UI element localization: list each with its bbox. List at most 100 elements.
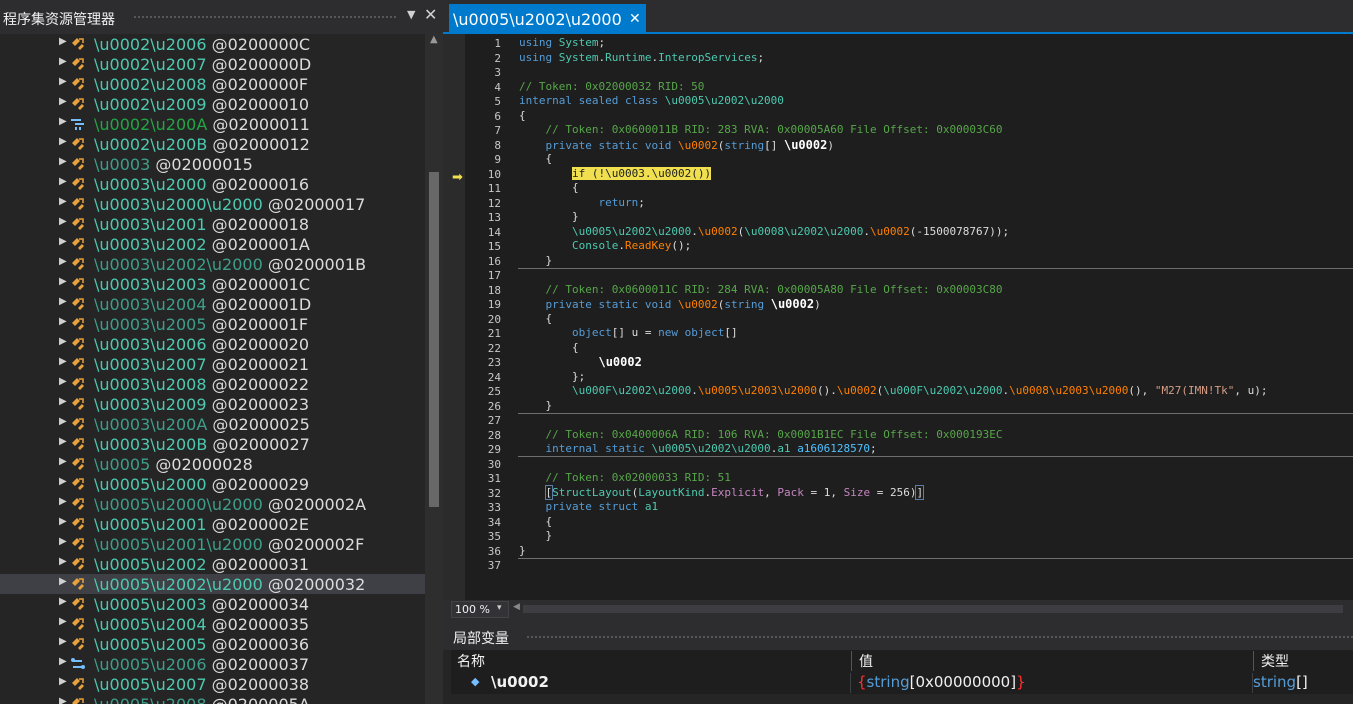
- code-line[interactable]: 7 // Token: 0x0600011B RID: 283 RVA: 0x0…: [443, 123, 1353, 137]
- expand-arrow-icon[interactable]: ▶: [59, 76, 67, 87]
- code-line[interactable]: 29 internal static \u0005\u2002\u2000.a1…: [443, 442, 1353, 456]
- expand-arrow-icon[interactable]: ▶: [59, 516, 67, 527]
- expand-arrow-icon[interactable]: ▶: [59, 676, 67, 687]
- expand-arrow-icon[interactable]: ▶: [59, 696, 67, 704]
- expand-arrow-icon[interactable]: ▶: [59, 636, 67, 647]
- code-line[interactable]: 35 }: [443, 529, 1353, 543]
- scroll-left-icon[interactable]: ◀: [513, 602, 520, 612]
- code-line[interactable]: 23 \u0002: [443, 355, 1353, 369]
- code-line[interactable]: 21 object[] u = new object[]: [443, 326, 1353, 340]
- code-line[interactable]: 37: [443, 558, 1353, 572]
- expand-arrow-icon[interactable]: ▶: [59, 476, 67, 487]
- expand-arrow-icon[interactable]: ▶: [59, 176, 67, 187]
- tab-active-document[interactable]: \u0005\u2002\u2000 ✕: [449, 4, 646, 34]
- expand-arrow-icon[interactable]: ▶: [59, 416, 67, 427]
- tree-item[interactable]: ▶ \u0003\u2007 @02000021: [0, 354, 425, 374]
- code-line[interactable]: 26 }: [443, 399, 1353, 413]
- expand-arrow-icon[interactable]: ▶: [59, 296, 67, 307]
- expand-arrow-icon[interactable]: ▶: [59, 36, 67, 47]
- code-line[interactable]: 16 }: [443, 254, 1353, 268]
- expand-arrow-icon[interactable]: ▶: [59, 116, 67, 127]
- expand-arrow-icon[interactable]: ▶: [59, 456, 67, 467]
- expand-arrow-icon[interactable]: ▶: [59, 496, 67, 507]
- tree-item[interactable]: ▶ \u0003\u2001 @02000018: [0, 214, 425, 234]
- code-line[interactable]: 1 using System;: [443, 36, 1353, 50]
- tree-item[interactable]: ▶ \u0005\u2000\u2000 @0200002A: [0, 494, 425, 514]
- code-line[interactable]: 13 }: [443, 210, 1353, 224]
- tree-item[interactable]: ▶ \u0005\u2006 @02000037: [0, 654, 425, 674]
- code-line[interactable]: 3: [443, 65, 1353, 79]
- code-line[interactable]: 22 {: [443, 341, 1353, 355]
- expand-arrow-icon[interactable]: ▶: [59, 96, 67, 107]
- expand-arrow-icon[interactable]: ▶: [59, 196, 67, 207]
- code-line[interactable]: 9 {: [443, 152, 1353, 166]
- expand-arrow-icon[interactable]: ▶: [59, 656, 67, 667]
- code-line[interactable]: 11 {: [443, 181, 1353, 195]
- tree-item[interactable]: ▶ \u0003\u2006 @02000020: [0, 334, 425, 354]
- code-line[interactable]: 2 using System.Runtime.InteropServices;: [443, 51, 1353, 65]
- horizontal-scrollbar[interactable]: [523, 605, 1343, 613]
- scrollbar-thumb[interactable]: [429, 172, 439, 507]
- zoom-select[interactable]: 100 % ▾: [451, 601, 509, 618]
- tree-item[interactable]: ▶ \u0002\u2007 @0200000D: [0, 54, 425, 74]
- tree-item[interactable]: ▶ \u0005\u2005 @02000036: [0, 634, 425, 654]
- code-line[interactable]: 31 // Token: 0x02000033 RID: 51: [443, 471, 1353, 485]
- code-line[interactable]: 28 // Token: 0x0400006A RID: 106 RVA: 0x…: [443, 428, 1353, 442]
- column-value-header[interactable]: 值: [859, 651, 1254, 671]
- tree-item[interactable]: ▶ \u0005\u2001 @0200002E: [0, 514, 425, 534]
- tree-item[interactable]: ▶ \u0003\u2000 @02000016: [0, 174, 425, 194]
- tree-item[interactable]: ▶ \u0003\u200A @02000025: [0, 414, 425, 434]
- code-line[interactable]: 10 if (!\u0003.\u0002()): [443, 166, 1353, 181]
- code-line[interactable]: 14 \u0005\u2002\u2000.\u0002(\u0008\u200…: [443, 225, 1353, 239]
- tree-item[interactable]: ▶ \u0003\u2004 @0200001D: [0, 294, 425, 314]
- local-value-cell[interactable]: {string[0x00000000]}: [851, 673, 1253, 693]
- tree-item[interactable]: ▶ \u0003 @02000015: [0, 154, 425, 174]
- expand-arrow-icon[interactable]: ▶: [59, 576, 67, 587]
- expand-arrow-icon[interactable]: ▶: [59, 156, 67, 167]
- code-line[interactable]: 8 private static void \u0002(string[] \u…: [443, 138, 1353, 152]
- tree-item[interactable]: ▶ \u0005\u2008 @0200005A: [0, 694, 425, 704]
- expand-arrow-icon[interactable]: ▶: [59, 376, 67, 387]
- tab-close-icon[interactable]: ✕: [629, 11, 641, 27]
- expand-arrow-icon[interactable]: ▶: [59, 216, 67, 227]
- expand-arrow-icon[interactable]: ▶: [59, 556, 67, 567]
- tree-item[interactable]: ▶ \u0005\u2007 @02000038: [0, 674, 425, 694]
- vertical-scrollbar[interactable]: ▲: [425, 34, 443, 704]
- expand-arrow-icon[interactable]: ▶: [59, 536, 67, 547]
- drag-grip[interactable]: [133, 15, 398, 20]
- code-line[interactable]: 33 private struct a1: [443, 500, 1353, 514]
- code-editor[interactable]: ➡ 1 using System; 2 using System.Runtime.In…: [443, 34, 1353, 600]
- code-line[interactable]: 4 // Token: 0x02000032 RID: 50: [443, 80, 1353, 94]
- tree-item[interactable]: ▶ \u0003\u2002\u2000 @0200001B: [0, 254, 425, 274]
- tree-item[interactable]: ▶ \u0005\u2000 @02000029: [0, 474, 425, 494]
- tree-item[interactable]: ▶ \u0005\u2001\u2000 @0200002F: [0, 534, 425, 554]
- code-line[interactable]: 34 {: [443, 515, 1353, 529]
- expand-arrow-icon[interactable]: ▶: [59, 356, 67, 367]
- expand-arrow-icon[interactable]: ▶: [59, 316, 67, 327]
- expand-arrow-icon[interactable]: ▶: [59, 276, 67, 287]
- expand-arrow-icon[interactable]: ▶: [59, 596, 67, 607]
- tree-item[interactable]: ▶ \u0003\u200B @02000027: [0, 434, 425, 454]
- scroll-up-icon[interactable]: ▲: [430, 34, 438, 45]
- expand-arrow-icon[interactable]: ▶: [59, 616, 67, 627]
- tree-item[interactable]: ▶ \u0002\u2009 @02000010: [0, 94, 425, 114]
- locals-row[interactable]: ◆ \u0002 {string[0x00000000]} string[]: [451, 672, 1353, 694]
- tree-item[interactable]: ▶ \u0002\u2006 @0200000C: [0, 34, 425, 54]
- tree-item[interactable]: ▶ \u0005\u2002\u2000 @02000032: [0, 574, 425, 594]
- code-line[interactable]: 32 [StructLayout(LayoutKind.Explicit, Pa…: [443, 484, 1353, 500]
- expand-arrow-icon[interactable]: ▶: [59, 256, 67, 267]
- drag-grip[interactable]: [526, 635, 1353, 640]
- close-icon[interactable]: ✕: [424, 5, 437, 24]
- dropdown-icon[interactable]: ▼: [407, 8, 415, 21]
- tree-item[interactable]: ▶ \u0002\u200B @02000012: [0, 134, 425, 154]
- expand-arrow-icon[interactable]: ▶: [59, 396, 67, 407]
- code-line[interactable]: 25 \u000F\u2002\u2000.\u0005\u2003\u2000…: [443, 384, 1353, 398]
- tree-item[interactable]: ▶ \u0003\u2005 @0200001F: [0, 314, 425, 334]
- tree-item[interactable]: ▶ \u0003\u2002 @0200001A: [0, 234, 425, 254]
- expand-arrow-icon[interactable]: ▶: [59, 56, 67, 67]
- expand-arrow-icon[interactable]: ▶: [59, 336, 67, 347]
- tree-item[interactable]: ▶ \u0002\u2008 @0200000F: [0, 74, 425, 94]
- column-type-header[interactable]: 类型: [1261, 651, 1353, 671]
- tree-item[interactable]: ▶ \u0003\u2000\u2000 @02000017: [0, 194, 425, 214]
- code-line[interactable]: 36}: [443, 544, 1353, 558]
